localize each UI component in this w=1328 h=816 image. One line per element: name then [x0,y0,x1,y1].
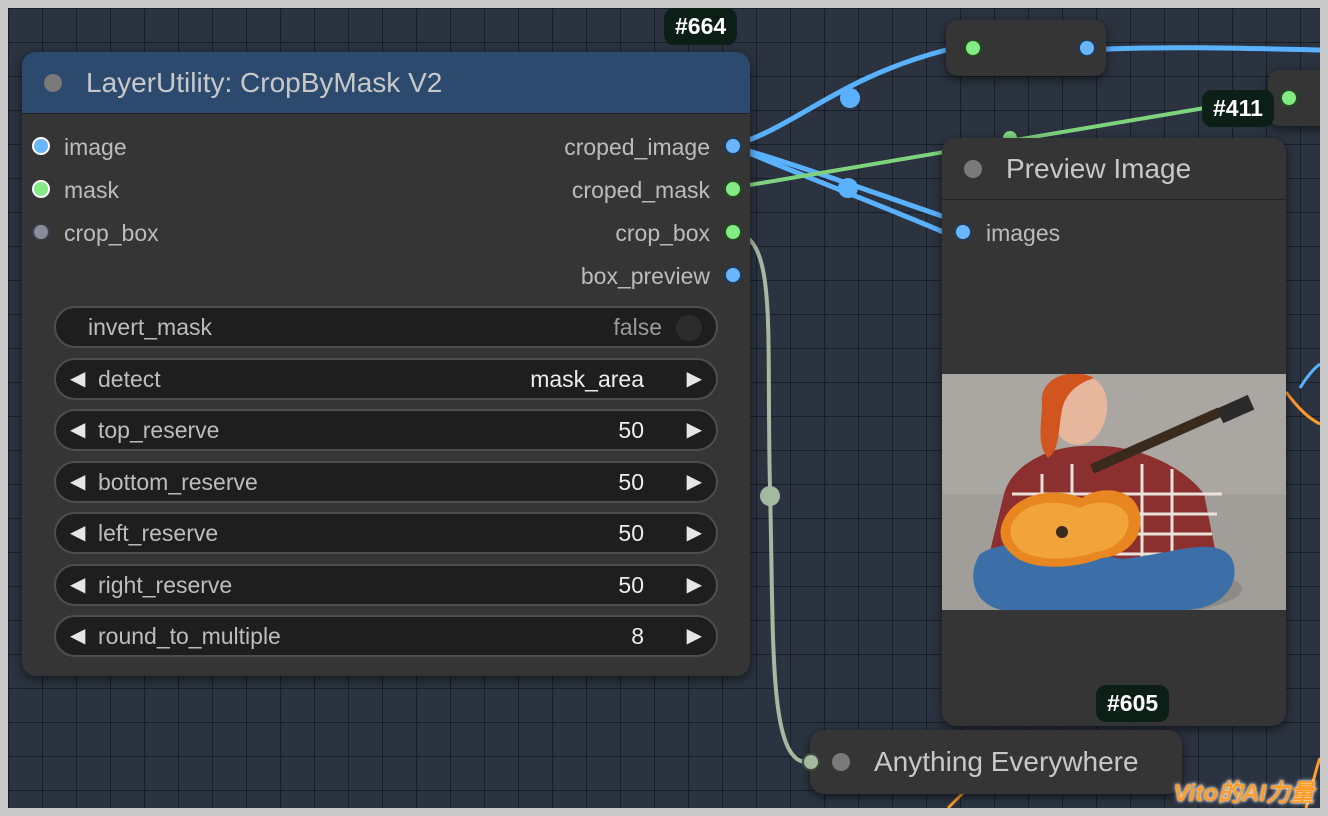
decrement-arrow-icon[interactable]: ◀ [70,411,85,449]
decrement-arrow-icon[interactable]: ◀ [70,360,85,398]
widget-value: 50 [618,469,644,495]
collapse-dot-icon[interactable] [964,160,982,178]
preview-image [942,374,1286,610]
input-slot-mask[interactable]: mask [34,175,119,205]
node-title: Anything Everywhere [874,746,1139,777]
output-dot-box-preview[interactable] [726,268,740,282]
widget-value: 8 [631,623,644,649]
decrement-arrow-icon[interactable]: ◀ [70,463,85,501]
number-round-to-multiple[interactable]: ◀ round_to_multiple 8 ▶ [54,615,718,657]
input-slot-image[interactable]: image [34,132,127,162]
slot-label: croped_mask [571,177,710,203]
graph-canvas[interactable]: #411 LayerUtility: CropByMask V2 image m… [8,8,1320,808]
link-croped-image-to-reroute [731,47,947,149]
input-slot-crop-box[interactable]: crop_box [34,218,159,248]
combo-detect[interactable]: ◀ detect mask_area ▶ [54,358,718,400]
preview-image-node[interactable]: Preview Image images [942,138,1286,726]
node-id-badge-664: #664 [664,8,738,45]
widget-name: left_reserve [98,520,219,546]
partial-node-input-dot[interactable] [1282,91,1296,105]
partial-node-right[interactable] [1268,70,1320,126]
output-slot-croped-mask[interactable]: croped_mask [572,175,740,205]
widget-value: 50 [618,520,644,546]
increment-arrow-icon[interactable]: ▶ [687,514,702,552]
number-right-reserve[interactable]: ◀ right_reserve 50 ▶ [54,564,718,606]
input-dot-images[interactable] [956,225,970,239]
increment-arrow-icon[interactable]: ▶ [687,617,702,655]
number-bottom-reserve[interactable]: ◀ bottom_reserve 50 ▶ [54,461,718,503]
widget-value: 50 [618,572,644,598]
reroute-node[interactable] [946,20,1106,76]
output-slot-croped-image[interactable]: croped_image [564,132,740,162]
slot-label: box_preview [580,263,710,289]
widget-name: bottom_reserve [98,469,258,495]
input-dot-mask[interactable] [34,182,48,196]
reroute-midpoint-4 [760,486,780,506]
number-left-reserve[interactable]: ◀ left_reserve 50 ▶ [54,512,718,554]
link-right-edge-orange [1284,391,1320,426]
output-slot-box-preview[interactable]: box_preview [581,261,740,291]
slot-label: mask [64,177,119,203]
link-reroute-out [1087,45,1320,53]
input-dot-crop-box[interactable] [34,225,48,239]
reroute-midpoint-2 [838,178,858,198]
anything-everywhere-node[interactable]: Anything Everywhere [804,730,1182,794]
link-right-edge-blue [1298,362,1320,389]
output-slot-crop-box[interactable]: crop_box [615,218,740,248]
watermark-text: Vito的AI力量 [1173,780,1314,807]
preview-node-header[interactable]: Preview Image [942,138,1286,200]
photo-woman-with-guitar-icon [942,374,1286,610]
node-title: Preview Image [1006,153,1192,184]
widget-name: top_reserve [98,417,220,443]
output-dot-crop-box[interactable] [726,225,740,239]
reroute-midpoint-1 [840,88,860,108]
crop-by-mask-node[interactable]: LayerUtility: CropByMask V2 image mask c… [22,52,750,676]
increment-arrow-icon[interactable]: ▶ [687,566,702,604]
reroute-output-dot[interactable] [1080,41,1094,55]
collapse-dot-icon[interactable] [832,753,850,771]
input-slot-images[interactable]: images [956,218,1060,248]
increment-arrow-icon[interactable]: ▶ [687,360,702,398]
slot-label: crop_box [615,220,710,246]
collapse-dot-icon[interactable] [44,74,62,92]
reroute-input-dot[interactable] [966,41,980,55]
input-dot-image[interactable] [34,139,48,153]
output-dot-croped-mask[interactable] [726,182,740,196]
widget-value: 50 [618,417,644,443]
decrement-arrow-icon[interactable]: ◀ [70,617,85,655]
widget-name: invert_mask [88,314,212,340]
input-dot-anything[interactable] [804,755,818,769]
node-id-badge-605: #605 [1096,685,1170,722]
toggle-invert-mask[interactable]: invert_mask false [54,306,718,348]
slot-label: images [986,220,1061,246]
node-id-badge-411: #411 [1202,90,1274,127]
output-dot-croped-image[interactable] [726,139,740,153]
slot-label: crop_box [64,220,159,246]
increment-arrow-icon[interactable]: ▶ [687,411,702,449]
node-title: LayerUtility: CropByMask V2 [86,67,443,98]
decrement-arrow-icon[interactable]: ◀ [70,514,85,552]
crop-node-header[interactable]: LayerUtility: CropByMask V2 [22,52,750,114]
slot-label: image [64,134,127,160]
widget-name: right_reserve [98,572,233,598]
decrement-arrow-icon[interactable]: ◀ [70,566,85,604]
widget-name: detect [98,366,161,392]
toggle-knob-icon[interactable] [676,315,702,341]
number-top-reserve[interactable]: ◀ top_reserve 50 ▶ [54,409,718,451]
widget-name: round_to_multiple [98,623,281,649]
widget-value: mask_area [530,366,644,392]
widget-value: false [613,314,662,340]
slot-label: croped_image [564,134,710,160]
increment-arrow-icon[interactable]: ▶ [687,463,702,501]
